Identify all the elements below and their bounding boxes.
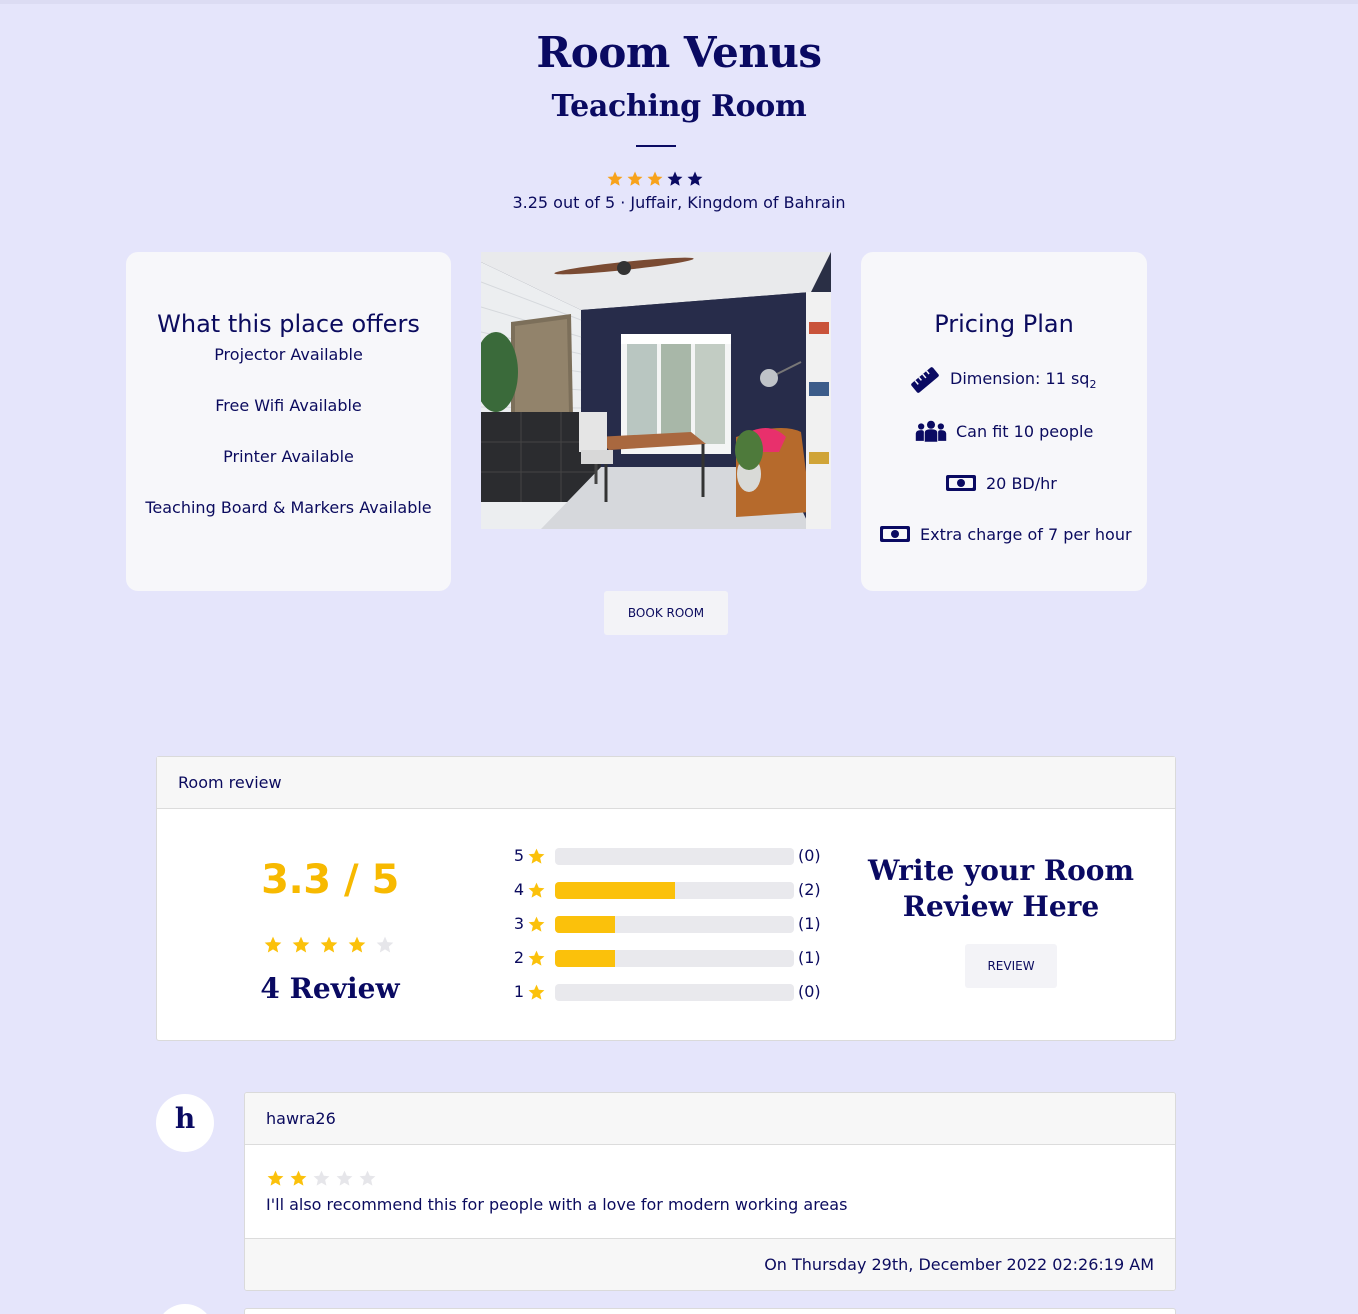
rating-row: 3 (1): [512, 913, 832, 947]
offer-item: Free Wifi Available: [215, 396, 362, 415]
rate-row: 20 BD/hr: [944, 469, 1057, 497]
star-icon: [264, 936, 282, 953]
star-icon: [528, 882, 545, 898]
capacity-text: Can fit 10 people: [956, 421, 1094, 441]
star-icon: [528, 984, 545, 1000]
star-icon: [527, 881, 546, 900]
rating-row-stars: 4: [513, 880, 524, 899]
offer-item: Printer Available: [223, 447, 354, 466]
star-icon: [667, 171, 683, 186]
rating-bar-fill: [555, 882, 675, 899]
star-icon: [313, 1170, 330, 1186]
rating-row: 5 (0): [512, 845, 832, 879]
star-icon: [527, 915, 546, 934]
room-photo: [481, 252, 831, 529]
star-icon: [687, 171, 703, 186]
rating-row-count: (1): [798, 914, 821, 933]
star-icon: [336, 1170, 353, 1186]
rating-distribution: 5 (0) 4 (2) 3 (1) 2 (1) 1 (0): [512, 845, 832, 1015]
rating-row: 2 (1): [512, 947, 832, 981]
review-button[interactable]: REVIEW: [965, 944, 1057, 988]
money-bill-icon: [878, 520, 912, 548]
review-comment: [244, 1308, 1176, 1314]
star-icon: [290, 1170, 307, 1186]
pricing-card: Pricing Plan Dimension: 11 sq2 Can fit 1…: [861, 252, 1147, 591]
star-icon: [627, 171, 643, 186]
money-bill-icon: [944, 469, 978, 497]
rating-bar-track: [555, 916, 794, 933]
star-icon: [607, 171, 623, 186]
book-room-button[interactable]: BOOK ROOM: [604, 591, 728, 635]
extra-charge-text: Extra charge of 7 per hour: [920, 524, 1132, 544]
room-rating-stars: [606, 170, 704, 188]
pricing-title: Pricing Plan: [934, 310, 1074, 338]
rating-bar-track: [555, 950, 794, 967]
star-icon: [376, 936, 394, 953]
rating-bar-fill: [555, 950, 615, 967]
rating-row-count: (2): [798, 880, 821, 899]
room-rating-location: 3.25 out of 5 · Juffair, Kingdom of Bahr…: [512, 193, 846, 212]
ruler-icon: [908, 366, 942, 394]
dimension-unit: 2: [1089, 378, 1097, 392]
star-icon: [292, 936, 310, 953]
dimension-text: Dimension: 11 sq2: [950, 369, 1096, 391]
capacity-row: Can fit 10 people: [914, 417, 1093, 445]
rating-row-count: (0): [798, 982, 821, 1001]
offers-list: Projector Available Free Wifi Available …: [126, 329, 451, 533]
average-stars: [263, 935, 395, 955]
rating-row-count: (1): [798, 948, 821, 967]
room-type: Teaching Room: [551, 89, 807, 124]
offers-card: What this place offers Projector Availab…: [126, 252, 451, 591]
star-icon: [348, 936, 366, 953]
comment-text: I'll also recommend this for people with…: [266, 1195, 848, 1214]
star-icon: [528, 916, 545, 932]
rating-row: 4 (2): [512, 879, 832, 913]
rating-row: 1 (0): [512, 981, 832, 1015]
star-icon: [647, 171, 663, 186]
offer-item: Teaching Board & Markers Available: [145, 498, 432, 517]
star-icon: [528, 848, 545, 864]
room-name: Room Venus: [536, 28, 822, 77]
rating-bar-track: [555, 882, 794, 899]
average-score: 3.3 / 5: [261, 857, 399, 903]
avatar: [156, 1304, 214, 1314]
comment-date: On Thursday 29th, December 2022 02:26:19…: [245, 1238, 1175, 1290]
rating-row-stars: 1: [513, 982, 524, 1001]
people-group-icon: [914, 417, 948, 445]
rating-row-stars: 3: [513, 914, 524, 933]
star-icon: [320, 936, 338, 953]
room-photo-illustration: [481, 252, 831, 529]
star-icon: [267, 1170, 284, 1186]
write-review-title: Write your Room Review Here: [867, 854, 1135, 923]
rating-row-stars: 5: [513, 846, 524, 865]
rating-bar-track: [555, 984, 794, 1001]
comment-stars: [266, 1169, 377, 1188]
star-icon: [527, 847, 546, 866]
dimension-label: Dimension: 11 sq: [950, 368, 1090, 388]
review-count: 4 Review: [260, 972, 400, 1005]
extra-charge-row: Extra charge of 7 per hour: [878, 520, 1132, 548]
star-icon: [359, 1170, 376, 1186]
dimension-row: Dimension: 11 sq2: [908, 366, 1096, 394]
avatar: h: [156, 1094, 214, 1152]
star-icon: [527, 983, 546, 1002]
title-divider: [636, 145, 676, 147]
rating-bar-track: [555, 848, 794, 865]
star-icon: [527, 949, 546, 968]
rate-text: 20 BD/hr: [986, 473, 1057, 493]
top-border: [0, 0, 1358, 4]
rating-bar-fill: [555, 916, 615, 933]
comment-username: hawra26: [245, 1093, 1175, 1145]
room-review-panel: Room review 3.3 / 5 4 Review 5 (0) 4 (2) 3 (1…: [156, 756, 1176, 1041]
rating-row-count: (0): [798, 846, 821, 865]
review-comment: hawra26 I'll also recommend this for peo…: [244, 1092, 1176, 1291]
star-icon: [528, 950, 545, 966]
rating-row-stars: 2: [513, 948, 524, 967]
room-review-header: Room review: [157, 757, 1175, 809]
